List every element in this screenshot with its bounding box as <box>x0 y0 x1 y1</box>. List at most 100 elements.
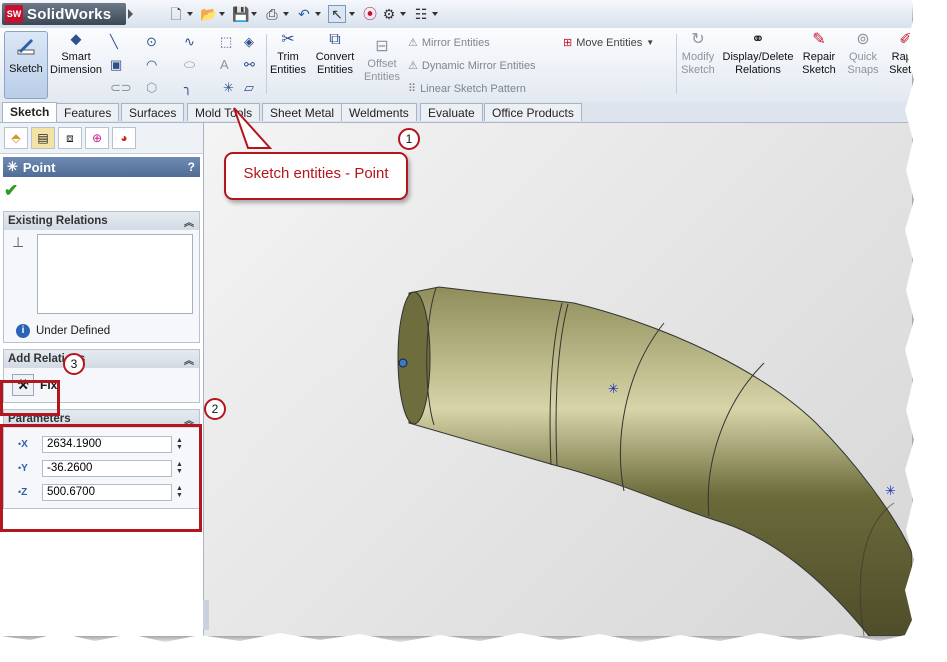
convert-entities-label: Convert Entities <box>315 51 355 76</box>
undo-icon[interactable]: ↶ <box>296 6 312 22</box>
solidworks-window: SW SolidWorks 🗋 📂 💾 ⎙ ↶ ↖ ⦿ ⚙ ☷ Sketch ⬥… <box>0 0 912 636</box>
options-icon[interactable]: ⚙ <box>381 6 397 22</box>
line-icon[interactable]: ╲ <box>110 34 118 49</box>
spline-icon[interactable]: ∿ <box>184 34 195 49</box>
modify-sketch-button[interactable]: ↻ Modify Sketch <box>678 31 718 77</box>
title-bar: SW SolidWorks 🗋 📂 💾 ⎙ ↶ ↖ ⦿ ⚙ ☷ <box>0 0 912 29</box>
snaps-icon: ⊚ <box>856 31 870 48</box>
chevron-down-icon[interactable] <box>400 12 406 16</box>
relations-list-icon: ⊥ <box>12 234 25 250</box>
step-badge-2: 2 <box>204 398 226 420</box>
existing-relations-group: Existing Relations ︽ ⊥ i Under Defined <box>3 211 200 343</box>
dotted-rectangle-icon[interactable]: ⬚ <box>220 34 232 49</box>
tab-sheet-metal[interactable]: Sheet Metal <box>262 103 343 121</box>
rectangle-icon[interactable]: ▣ <box>110 57 122 72</box>
tab-sketch[interactable]: Sketch <box>2 102 58 122</box>
linear-sketch-pattern-button[interactable]: ⠿ Linear Sketch Pattern <box>408 82 526 96</box>
existing-relations-list[interactable] <box>37 234 193 314</box>
display-delete-relations-button[interactable]: ⚭ Display/Delete Relations <box>722 31 794 77</box>
status-text: Under Defined <box>36 325 111 337</box>
rapid-sketch-button[interactable]: ✐ Rapid Sketch <box>886 31 912 77</box>
print-icon[interactable]: ⎙ <box>264 6 280 22</box>
smart-dimension-button[interactable]: ⬥ Smart Dimension <box>50 31 102 77</box>
select-pointer-icon[interactable]: ↖ <box>328 5 346 23</box>
sketch-button[interactable]: Sketch <box>4 31 48 99</box>
trim-entities-button[interactable]: ✂ Trim Entities <box>268 31 308 77</box>
feature-manager-tab-icon[interactable]: ⬘ <box>4 127 28 149</box>
chevron-down-icon[interactable] <box>219 12 225 16</box>
panel-tabs: ⬘ ▤ ⧈ ⊕ ◕ <box>0 123 203 154</box>
collapse-chevron-icon[interactable]: ︽ <box>184 352 194 367</box>
move-entities-button[interactable]: ⊞ Move Entities ▼ <box>563 36 654 50</box>
add-relations-header[interactable]: Add Relations ︽ <box>4 350 199 368</box>
point-icon[interactable]: ✳ <box>223 80 234 95</box>
relations-icon: ⚭ <box>751 31 765 48</box>
selected-point-marker[interactable] <box>398 358 408 368</box>
chevron-down-icon[interactable] <box>315 12 321 16</box>
chevron-down-icon[interactable] <box>349 12 355 16</box>
menu-expand-arrow-icon[interactable] <box>128 9 133 19</box>
dimxpert-tab-icon[interactable]: ⊕ <box>85 127 109 149</box>
display-manager-tab-icon[interactable]: ◕ <box>112 127 136 149</box>
ellipse-icon[interactable]: ⬭ <box>184 57 195 72</box>
slot-icon[interactable]: ⊂⊃ <box>110 80 132 95</box>
property-manager-header: ✳ Point ? <box>3 157 200 177</box>
app-name: SolidWorks <box>27 5 112 23</box>
dynamic-mirror-entities-button[interactable]: ⚠ Dynamic Mirror Entities <box>408 59 536 73</box>
open-folder-icon[interactable]: 📂 <box>200 6 217 22</box>
tab-evaluate[interactable]: Evaluate <box>420 103 483 121</box>
list-icon[interactable]: ☷ <box>413 6 429 22</box>
help-icon[interactable]: ? <box>188 160 195 174</box>
block-icon[interactable]: ◈ <box>244 34 254 49</box>
text-icon[interactable]: A <box>220 57 229 72</box>
new-document-icon[interactable]: 🗋 <box>168 6 184 22</box>
fillet-icon[interactable]: ╮ <box>184 80 192 95</box>
page-title: Point <box>22 159 56 175</box>
configuration-manager-tab-icon[interactable]: ⧈ <box>58 127 82 149</box>
panel-splitter[interactable] <box>203 600 209 630</box>
polygon-icon[interactable]: ⬡ <box>146 80 157 95</box>
quick-access-toolbar: 🗋 📂 💾 ⎙ ↶ ↖ ⦿ ⚙ ☷ <box>168 5 442 23</box>
offset-entities-button[interactable]: ⊟ Offset Entities <box>361 38 403 84</box>
info-icon: i <box>16 324 30 338</box>
solidworks-logo[interactable]: SW SolidWorks <box>2 3 126 25</box>
quick-snaps-button[interactable]: ⊚ Quick Snaps <box>844 31 882 77</box>
mirror-entities-button[interactable]: ⚠ Mirror Entities <box>408 36 490 50</box>
tab-office-products[interactable]: Office Products <box>484 103 582 121</box>
dynamic-mirror-entities-label: Dynamic Mirror Entities <box>421 59 536 72</box>
tab-surfaces[interactable]: Surfaces <box>121 103 185 121</box>
dynamic-mirror-icon: ⚠ <box>408 60 418 72</box>
arc-icon[interactable]: ◠ <box>146 57 157 72</box>
sketch-point-marker[interactable]: ✳ <box>885 484 896 499</box>
linear-sketch-pattern-label: Linear Sketch Pattern <box>420 82 526 95</box>
mirror-entities-label: Mirror Entities <box>421 36 490 49</box>
ok-row: ✔ <box>0 177 203 205</box>
convert-entities-button[interactable]: ⧉ Convert Entities <box>311 31 359 77</box>
tab-weldments[interactable]: Weldments <box>341 103 417 121</box>
trim-entities-label: Trim Entities <box>269 51 307 76</box>
mirror-icon: ⚠ <box>408 37 418 49</box>
smart-dimension-label: Smart Dimension <box>50 51 102 76</box>
point-icon: ✳ <box>7 159 18 174</box>
save-icon[interactable]: 💾 <box>232 6 249 22</box>
chevron-down-icon[interactable] <box>187 12 193 16</box>
chevron-down-icon[interactable] <box>283 12 289 16</box>
plane-icon[interactable]: ▱ <box>244 80 254 95</box>
traffic-light-icon[interactable]: ⦿ <box>362 6 378 22</box>
command-manager-tabs: Sketch Features Surfaces Mold Tools Shee… <box>0 102 912 123</box>
chevron-down-icon[interactable] <box>432 12 438 16</box>
repair-sketch-button[interactable]: ✎ Repair Sketch <box>799 31 839 77</box>
collapse-chevron-icon[interactable]: ︽ <box>184 214 194 229</box>
chain-icon[interactable]: ⚯ <box>244 57 255 72</box>
chevron-down-icon[interactable]: ▼ <box>646 38 654 47</box>
tab-mold-tools[interactable]: Mold Tools <box>187 103 261 121</box>
ok-check-icon[interactable]: ✔ <box>4 181 18 201</box>
logo-badge: SW <box>5 5 23 23</box>
chevron-down-icon[interactable] <box>251 12 257 16</box>
tab-features[interactable]: Features <box>56 103 120 121</box>
display-delete-relations-label: Display/Delete Relations <box>722 51 794 76</box>
property-manager-tab-icon[interactable]: ▤ <box>31 127 55 149</box>
circle-icon[interactable]: ⊙ <box>146 34 157 49</box>
sketch-point-marker[interactable]: ✳ <box>608 382 619 397</box>
existing-relations-header[interactable]: Existing Relations ︽ <box>4 212 199 230</box>
